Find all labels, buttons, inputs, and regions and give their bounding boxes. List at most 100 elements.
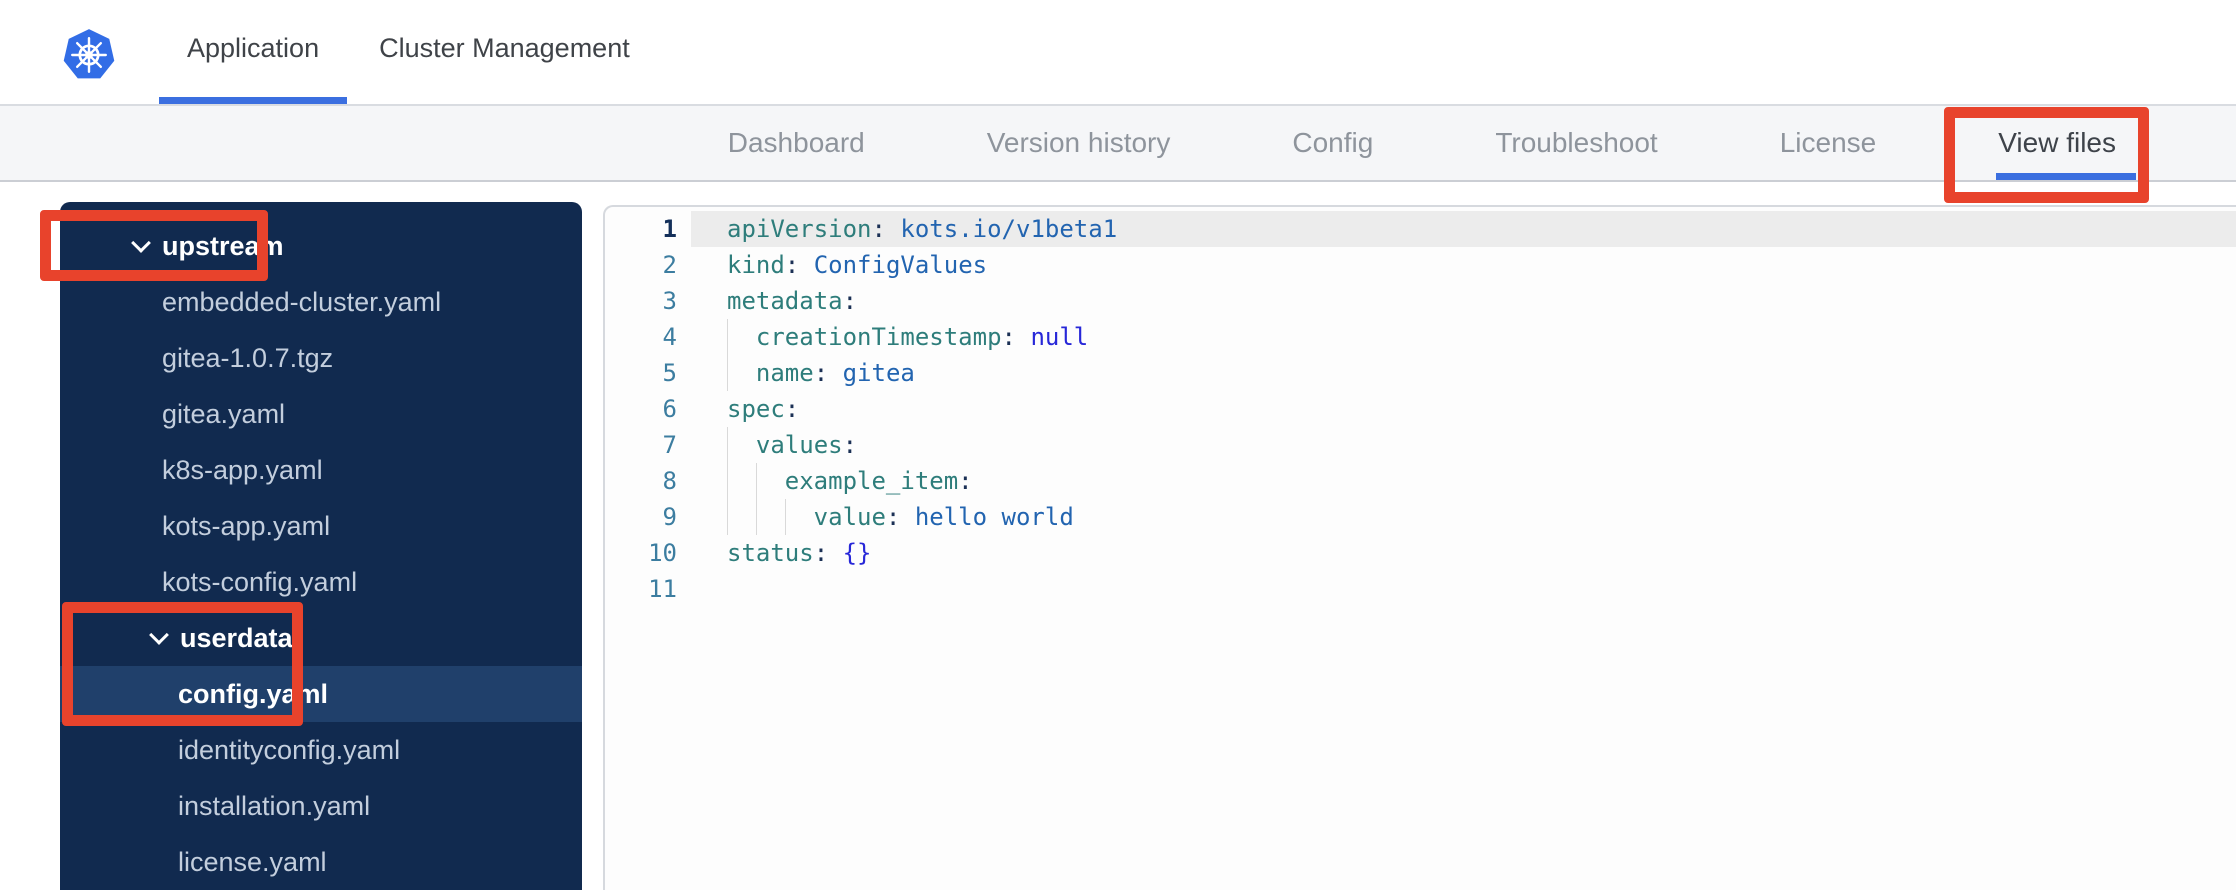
code-token-key: example_item — [784, 467, 959, 495]
code-line: 2 kind: ConfigValues — [605, 247, 2236, 283]
code-token-punc: : — [813, 359, 843, 387]
code-line: 1 apiVersion: kots.io/v1beta1 — [605, 211, 2236, 247]
code-line-content: creationTimestamp: null — [691, 319, 2236, 355]
kubernetes-logo-icon — [62, 28, 116, 82]
tree-file-kots-config-yaml[interactable]: kots-config.yaml — [60, 554, 582, 610]
code-token-key: name — [755, 359, 814, 387]
code-token-key: kind — [727, 251, 785, 279]
nav-item-config[interactable]: Config — [1292, 106, 1373, 180]
tree-file-gitea-1-0-7-tgz[interactable]: gitea-1.0.7.tgz — [60, 330, 582, 386]
code-line-content: apiVersion: kots.io/v1beta1 — [691, 211, 2236, 247]
app-tab-application[interactable]: Application — [159, 0, 348, 104]
code-token-atom: {} — [842, 539, 872, 567]
code-line: 10 status: {} — [605, 535, 2236, 571]
nav-item-dashboard[interactable]: Dashboard — [728, 106, 865, 180]
indent-guide — [784, 499, 814, 535]
code-line-content: kind: ConfigValues — [691, 247, 2236, 283]
code-token-key: apiVersion — [727, 215, 872, 243]
tree-file-config-yaml[interactable]: config.yaml — [60, 666, 582, 722]
code-token-punc: : — [813, 539, 843, 567]
code-token-punc: : — [885, 503, 915, 531]
code-line: 3 metadata: — [605, 283, 2236, 319]
code-line: 11 — [605, 571, 2236, 607]
line-number: 2 — [662, 251, 677, 279]
code-token-value: ConfigValues — [813, 251, 988, 279]
code-line-content: name: gitea — [691, 355, 2236, 391]
line-number: 9 — [662, 503, 677, 531]
indent-guide — [727, 427, 756, 463]
code-line-content: example_item: — [691, 463, 2236, 499]
code-line: 4 creationTimestamp: null — [605, 319, 2236, 355]
code-line-content: value: hello world — [691, 499, 2236, 535]
line-number: 5 — [662, 359, 677, 387]
tree-file-installation-yaml[interactable]: installation.yaml — [60, 778, 582, 834]
tree-item-label: installation.yaml — [178, 790, 371, 821]
code-line: 9 value: hello world — [605, 499, 2236, 535]
code-token-key: creationTimestamp — [755, 323, 1002, 351]
tree-item-label: upstream — [162, 230, 284, 261]
code-editor[interactable]: 1 apiVersion: kots.io/v1beta1 2 kind: Co… — [603, 205, 2236, 890]
tree-file-embedded-cluster-yaml[interactable]: embedded-cluster.yaml — [60, 274, 582, 330]
code-token-punc: : — [842, 431, 858, 459]
code-token-key: status — [727, 539, 814, 567]
tree-file-license-yaml[interactable]: license.yaml — [60, 834, 582, 890]
app-header-tabs: Application Cluster Management — [159, 0, 658, 104]
nav-item-version-history[interactable]: Version history — [987, 106, 1171, 180]
tree-item-label: kots-config.yaml — [162, 566, 358, 597]
indent-guide — [727, 319, 756, 355]
code-line: 8 example_item: — [605, 463, 2236, 499]
code-line-content: spec: — [691, 391, 2236, 427]
code-token-punc: : — [1001, 323, 1031, 351]
nav-item-view-files[interactable]: View files — [1996, 106, 2136, 180]
tree-item-label: license.yaml — [178, 846, 327, 877]
line-number: 4 — [662, 323, 677, 351]
line-number: 8 — [662, 467, 677, 495]
nav-item-troubleshoot[interactable]: Troubleshoot — [1495, 106, 1657, 180]
code-token-atom: null — [1030, 323, 1089, 351]
chevron-down-icon — [131, 232, 151, 253]
app-nav: Dashboard Version history Config Troublesho… — [0, 106, 2236, 182]
app-tab-label: Cluster Management — [379, 33, 630, 63]
tree-file-kots-app-yaml[interactable]: kots-app.yaml — [60, 498, 582, 554]
code-token-punc: : — [958, 467, 973, 495]
tree-item-label: gitea-1.0.7.tgz — [162, 342, 334, 373]
indent-guide — [727, 355, 756, 391]
tree-folder-userdata[interactable]: userdata — [60, 610, 582, 666]
tree-item-label: kots-app.yaml — [162, 510, 331, 541]
tree-item-label: gitea.yaml — [162, 398, 286, 429]
indent-guide — [755, 463, 785, 499]
code-line: 7 values: — [605, 427, 2236, 463]
indent-guide — [727, 499, 756, 535]
code-token-punc: : — [842, 287, 858, 315]
file-tree: upstream embedded-cluster.yaml gitea-1.0… — [60, 202, 582, 890]
line-number: 7 — [662, 431, 677, 459]
indent-guide — [727, 463, 756, 499]
code-token-key: value — [813, 503, 886, 531]
tree-item-label: embedded-cluster.yaml — [162, 286, 442, 317]
code-line: 5 name: gitea — [605, 355, 2236, 391]
tree-file-gitea-yaml[interactable]: gitea.yaml — [60, 386, 582, 442]
tree-item-label: identityconfig.yaml — [178, 734, 401, 765]
app-tab-cluster-management[interactable]: Cluster Management — [351, 0, 658, 104]
code-line: 6 spec: — [605, 391, 2236, 427]
tree-folder-upstream[interactable]: upstream — [60, 218, 582, 274]
tree-file-k8s-app-yaml[interactable]: k8s-app.yaml — [60, 442, 582, 498]
line-number: 10 — [648, 539, 677, 567]
app-header: Application Cluster Management — [0, 0, 2236, 106]
code-token-punc: : — [871, 215, 901, 243]
kots-admin-console: Application Cluster Management Dashboard V… — [0, 0, 2236, 890]
code-line-content — [691, 571, 2236, 607]
tree-item-label: config.yaml — [178, 678, 329, 709]
code-token-key: metadata — [727, 287, 843, 315]
line-number: 11 — [648, 575, 677, 603]
code-line-content: status: {} — [691, 535, 2236, 571]
code-token-punc: : — [784, 251, 814, 279]
chevron-down-icon — [149, 624, 169, 645]
code-token-value: hello world — [914, 503, 1074, 531]
code-line-content: metadata: — [691, 283, 2236, 319]
code-token-key: values — [755, 431, 843, 459]
tree-file-identityconfig-yaml[interactable]: identityconfig.yaml — [60, 722, 582, 778]
app-tab-label: Application — [187, 33, 320, 63]
code-token-key: spec — [727, 395, 785, 423]
nav-item-license[interactable]: License — [1780, 106, 1877, 180]
